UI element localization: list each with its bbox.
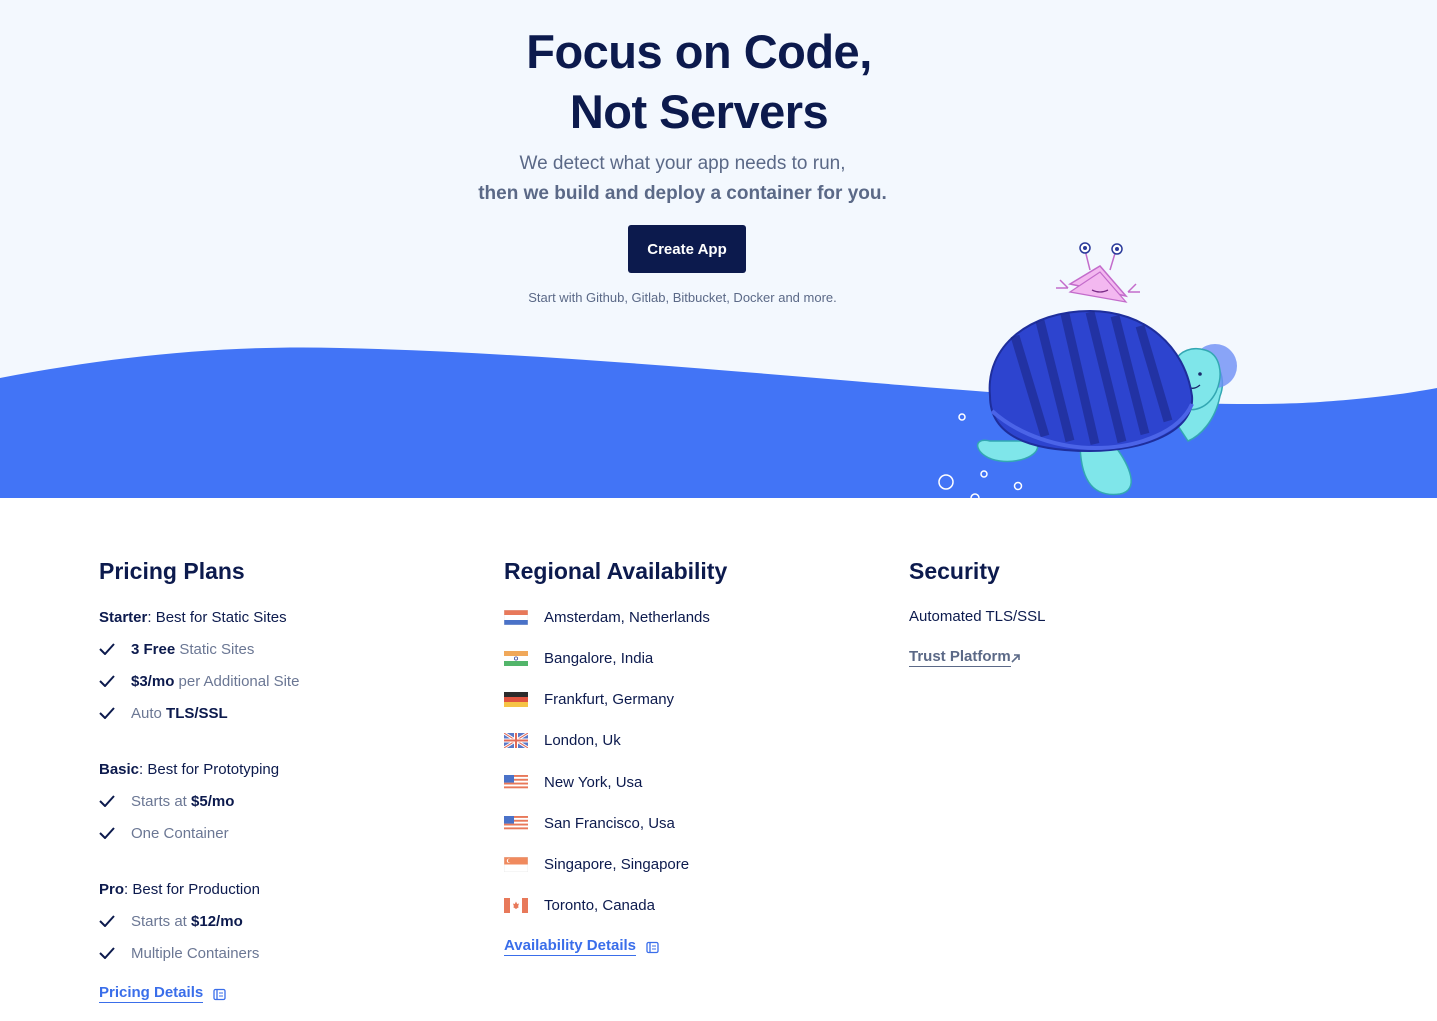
availability-details-link[interactable]: Availability Details <box>504 937 636 956</box>
india-flag-icon <box>504 651 528 666</box>
hero-subtitle-line1: We detect what your app needs to run, <box>519 153 846 174</box>
hero-title-line2: Not Servers <box>569 85 829 138</box>
region-item: New York, Usa <box>504 772 642 794</box>
feature-text: Multiple Containers <box>131 945 260 962</box>
canada-flag-icon <box>504 898 528 913</box>
security-column: Security Automated TLS/SSL Trust Platfor… <box>909 555 1239 695</box>
feature-item: Starts at $12/mo <box>99 912 243 932</box>
region-label: San Francisco, Usa <box>544 815 675 832</box>
security-item: Automated TLS/SSL <box>909 608 1046 625</box>
feature-strong: $3/mo <box>131 673 175 690</box>
region-label: London, Uk <box>544 732 621 749</box>
region-label: New York, Usa <box>544 774 643 791</box>
region-label: Singapore, Singapore <box>544 856 690 873</box>
trust-platform-label: Trust Platform <box>909 648 1011 665</box>
feature-item: Auto TLS/SSL <box>99 704 228 724</box>
feature-item: $3/mo per Additional Site <box>99 672 299 692</box>
pricing-column: Pricing Plans Starter: Best for Static S… <box>99 555 429 1015</box>
region-item: San Francisco, Usa <box>504 813 675 835</box>
region-item: Toronto, Canada <box>504 895 655 917</box>
region-item: London, Uk <box>504 730 621 752</box>
feature-text: Static Sites <box>175 641 255 658</box>
usa-flag-icon <box>504 816 528 831</box>
region-item: Frankfurt, Germany <box>504 689 674 711</box>
pricing-heading: Pricing Plans <box>99 558 245 584</box>
plan-basic-desc: : Best for Prototyping <box>139 761 280 778</box>
feature-strong: TLS/SSL <box>166 705 228 722</box>
feature-strong: $12/mo <box>191 913 243 930</box>
netherlands-flag-icon <box>504 610 528 625</box>
region-label: Toronto, Canada <box>544 897 655 914</box>
checkmark-icon <box>99 947 115 959</box>
plan-starter-desc: : Best for Static Sites <box>147 609 287 626</box>
plan-basic: Basic: Best for Prototyping <box>99 761 279 778</box>
checkmark-icon <box>99 707 115 719</box>
feature-strong: $5/mo <box>191 793 235 810</box>
checkmark-icon <box>99 643 115 655</box>
usa-flag-icon <box>504 775 528 790</box>
checkmark-icon <box>99 915 115 927</box>
hero-section: Focus on Code, Not Servers We detect wha… <box>0 0 1437 498</box>
availability-details-label: Availability Details <box>504 937 636 954</box>
hero-subtitle-line2: then we build and deploy a container for… <box>478 183 887 204</box>
checkmark-icon <box>99 795 115 807</box>
external-link-arrow-icon <box>1011 654 1020 663</box>
pricing-details-link[interactable]: Pricing Details <box>99 984 204 1003</box>
create-app-button[interactable]: Create App <box>628 225 746 273</box>
feature-strong: 3 Free <box>131 641 176 658</box>
hero-subtitle: We detect what your app needs to run, th… <box>0 149 1365 209</box>
turtle-crab-mascot-illustration <box>938 242 1237 498</box>
singapore-flag-icon <box>504 857 528 872</box>
region-item: Singapore, Singapore <box>504 854 689 876</box>
feature-text: Auto <box>131 705 167 722</box>
pricing-details-label: Pricing Details <box>99 984 204 1001</box>
docs-icon <box>646 941 659 954</box>
region-label: Amsterdam, Netherlands <box>544 609 710 626</box>
feature-item: One Container <box>99 824 229 844</box>
plan-starter-name: Starter <box>99 609 148 626</box>
region-item: Amsterdam, Netherlands <box>504 607 710 629</box>
germany-flag-icon <box>504 692 528 707</box>
region-label: Bangalore, India <box>544 650 654 667</box>
feature-text: Starts at <box>131 793 192 810</box>
regions-heading: Regional Availability <box>504 558 728 584</box>
feature-item: Starts at $5/mo <box>99 792 234 812</box>
hero-title: Focus on Code, Not Servers <box>0 22 1398 142</box>
feature-text: Starts at <box>131 913 192 930</box>
feature-text: per Additional Site <box>174 673 300 690</box>
checkmark-icon <box>99 827 115 839</box>
feature-item: Multiple Containers <box>99 944 259 964</box>
feature-item: 3 Free Static Sites <box>99 640 254 660</box>
plan-pro-desc: : Best for Production <box>124 881 260 898</box>
uk-flag-icon <box>504 733 528 748</box>
feature-text: One Container <box>131 825 229 842</box>
plan-pro-name: Pro <box>99 881 125 898</box>
region-item: Bangalore, India <box>504 648 653 670</box>
docs-icon <box>213 988 226 1001</box>
plan-pro: Pro: Best for Production <box>99 881 260 898</box>
hero-title-line1: Focus on Code, <box>526 25 872 78</box>
region-label: Frankfurt, Germany <box>544 691 675 708</box>
regions-column: Regional Availability Amsterdam, Netherl… <box>504 555 834 975</box>
security-heading: Security <box>909 558 1000 584</box>
checkmark-icon <box>99 675 115 687</box>
plan-basic-name: Basic <box>99 761 140 778</box>
trust-platform-link[interactable]: Trust Platform <box>909 648 1011 667</box>
plan-starter: Starter: Best for Static Sites <box>99 609 287 626</box>
